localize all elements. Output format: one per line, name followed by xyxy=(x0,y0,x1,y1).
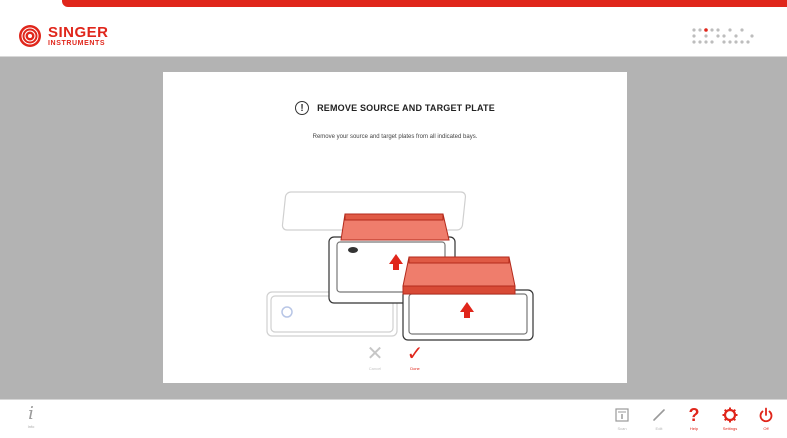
settings-button[interactable]: Settings xyxy=(716,405,744,431)
info-label: Info xyxy=(27,424,35,429)
done-button[interactable]: ✓ Done xyxy=(401,344,429,371)
help-button[interactable]: ? Help xyxy=(680,405,708,431)
checkmark-icon: ✓ xyxy=(406,343,424,365)
done-label: Done xyxy=(410,366,420,371)
edit-button[interactable]: Edit xyxy=(645,405,673,431)
warning-icon: ! xyxy=(295,101,310,115)
edit-label: Edit xyxy=(655,426,663,431)
close-icon: ✕ xyxy=(366,343,384,365)
remove-plate-dialog: ! REMOVE SOURCE AND TARGET PLATE Remove … xyxy=(163,72,627,383)
power-icon xyxy=(759,407,773,423)
question-icon: ? xyxy=(688,405,700,425)
dialog-title: REMOVE SOURCE AND TARGET PLATE xyxy=(317,103,495,113)
brand-icon xyxy=(19,25,41,47)
power-button[interactable]: Off xyxy=(752,405,780,431)
brand-name: SINGER xyxy=(48,24,109,41)
pencil-icon xyxy=(653,409,665,421)
main-area: ! REMOVE SOURCE AND TARGET PLATE Remove … xyxy=(0,57,787,399)
singer-logo: SINGER INSTRUMENTS xyxy=(18,22,109,50)
info-icon: i xyxy=(28,403,34,424)
top-accent-bar xyxy=(0,0,787,14)
settings-label: Settings xyxy=(722,426,738,431)
cancel-label: Cancel xyxy=(368,366,382,371)
scan-icon xyxy=(615,408,629,422)
scan-label: Scan xyxy=(617,426,627,431)
dialog-message: Remove your source and target plates fro… xyxy=(312,134,478,140)
help-label: Help xyxy=(689,426,699,431)
dot-matrix-logo-icon xyxy=(692,28,754,44)
plate-bays-illustration xyxy=(266,191,534,341)
power-label: Off xyxy=(763,426,769,431)
scan-button[interactable]: Scan xyxy=(608,405,636,431)
footer-toolbar: i Info Scan Edit ? Help Settings Off xyxy=(0,399,787,438)
info-button[interactable]: i Info xyxy=(21,403,41,430)
gear-icon xyxy=(722,407,738,423)
cancel-button[interactable]: ✕ Cancel xyxy=(361,344,389,371)
brand-subtitle: INSTRUMENTS xyxy=(48,40,106,47)
app-header: SINGER INSTRUMENTS xyxy=(0,14,787,57)
